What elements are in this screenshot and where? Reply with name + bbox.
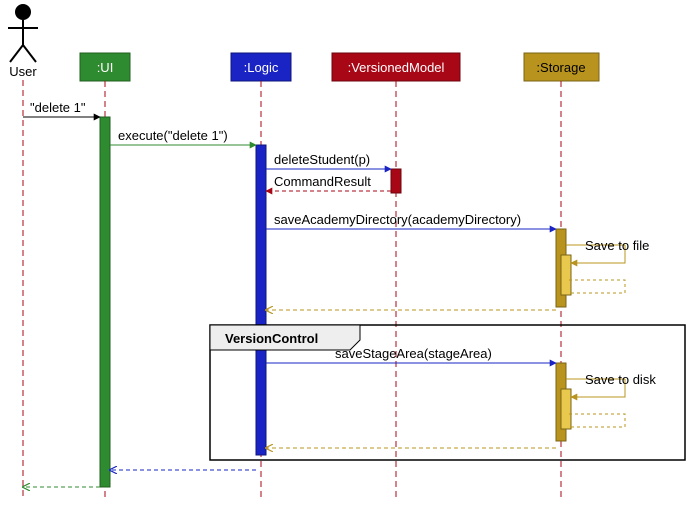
activation-storage-2b xyxy=(561,389,571,429)
msg-savedisk-label: Save to disk xyxy=(585,372,656,387)
msg-commandresult-label: CommandResult xyxy=(274,174,371,189)
msg-savedisk-ret xyxy=(566,414,625,427)
participant-ui-label: :UI xyxy=(97,60,114,75)
frame-label: VersionControl xyxy=(225,331,318,346)
activation-storage-1b xyxy=(561,255,571,295)
msg-deletestudent-label: deleteStudent(p) xyxy=(274,152,370,167)
activation-ui xyxy=(100,117,110,487)
msg-savefile-label: Save to file xyxy=(585,238,649,253)
msg-saveacademy-label: saveAcademyDirectory(academyDirectory) xyxy=(274,212,521,227)
msg-delete-1-label: "delete 1" xyxy=(30,100,86,115)
actor-user: User xyxy=(8,4,38,79)
participant-storage: :Storage xyxy=(524,53,599,81)
msg-execute-label: execute("delete 1") xyxy=(118,128,228,143)
activation-model xyxy=(391,169,401,193)
participant-logic-label: :Logic xyxy=(244,60,279,75)
actor-label: User xyxy=(9,64,37,79)
msg-savefile-ret xyxy=(566,280,625,293)
msg-savestage-label: saveStageArea(stageArea) xyxy=(335,346,492,361)
activation-logic xyxy=(256,145,266,455)
participant-model-label: :VersionedModel xyxy=(348,60,445,75)
participant-model: :VersionedModel xyxy=(332,53,460,81)
participant-logic: :Logic xyxy=(231,53,291,81)
participant-storage-label: :Storage xyxy=(536,60,585,75)
participant-ui: :UI xyxy=(80,53,130,81)
